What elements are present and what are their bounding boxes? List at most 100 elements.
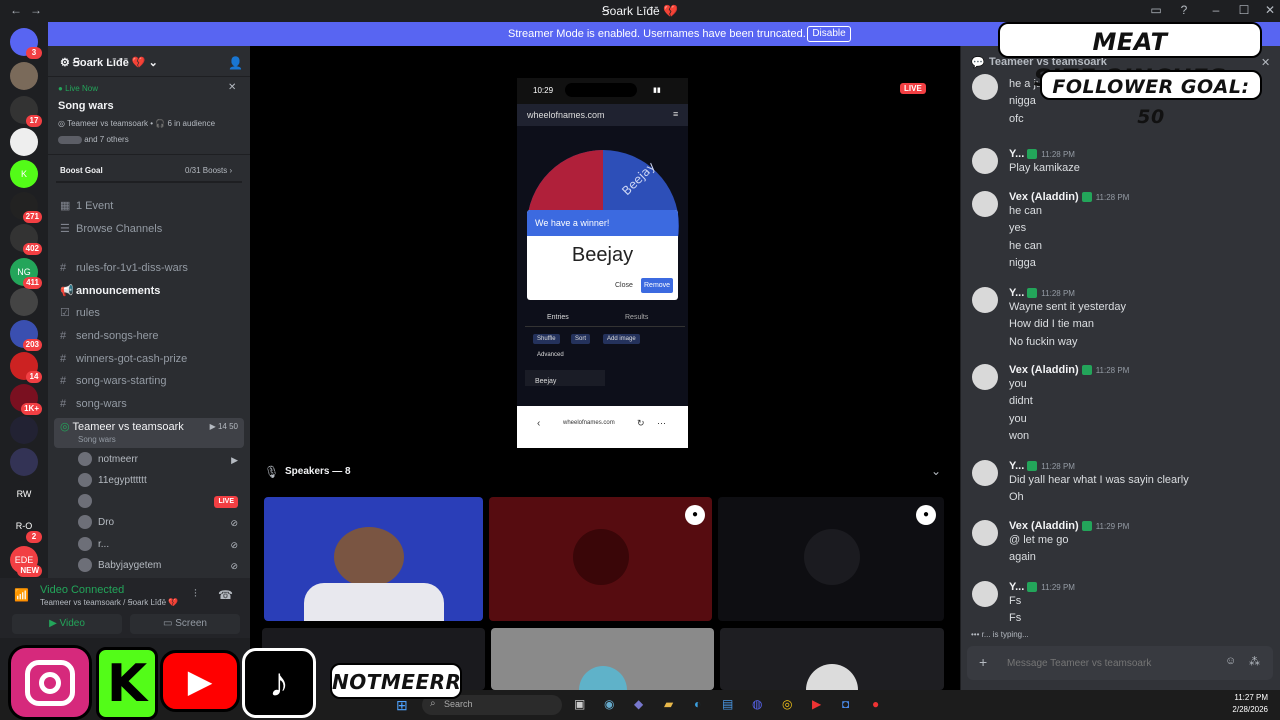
youtube-icon[interactable]: ▶ bbox=[812, 697, 821, 711]
signal-icon[interactable]: 📶 bbox=[14, 588, 29, 602]
server-icon-6[interactable]: 402 bbox=[10, 224, 42, 255]
channel-send-songs-here[interactable]: # send-songs-here bbox=[60, 326, 244, 346]
disable-streamer-button[interactable]: Disable bbox=[807, 26, 851, 42]
chat-message[interactable]: Vex (Aladdin) 11:28 PM you didnt you won bbox=[972, 364, 1272, 442]
server-icon-14[interactable]: RW bbox=[10, 480, 38, 508]
disconnect-icon[interactable]: ☎ bbox=[218, 588, 233, 602]
message-author[interactable]: Y... 11:28 PM bbox=[1009, 287, 1075, 299]
voice-user[interactable]: notmeerr ▶ bbox=[78, 450, 244, 470]
close-window-icon[interactable]: ✕ bbox=[1262, 3, 1278, 19]
live-channel-info[interactable]: ◎ Teameer vs teamsoark • 🎧 6 in audience bbox=[58, 119, 215, 128]
add-member-icon[interactable]: 👤 bbox=[228, 56, 243, 70]
avatar[interactable] bbox=[972, 191, 998, 217]
chrome-icon[interactable]: ◎ bbox=[782, 697, 792, 711]
windows-start-icon[interactable]: ⊞ bbox=[396, 697, 408, 714]
boost-goal-label[interactable]: Boost Goal bbox=[60, 166, 103, 175]
screen-share-stream[interactable]: 10:29 ▮▮ wheelofnames.com ≡ Beejay We ha… bbox=[517, 78, 688, 448]
add-attachment-icon[interactable]: + bbox=[979, 654, 987, 670]
screen-share-button[interactable]: ▭ Screen bbox=[130, 614, 240, 634]
message-input[interactable] bbox=[1007, 654, 1207, 672]
message-author[interactable]: Y... 11:28 PM bbox=[1009, 148, 1075, 160]
server-icon-12[interactable] bbox=[10, 416, 38, 444]
chat-message[interactable]: Vex (Aladdin) 11:29 PM @ let me go again bbox=[972, 520, 1272, 563]
server-icon-9[interactable]: 203 bbox=[10, 320, 42, 351]
channel-winners-got-cash-prize[interactable]: # winners-got-cash-prize bbox=[60, 349, 244, 369]
voice-user[interactable]: Dro ⊘ bbox=[78, 513, 244, 533]
avatar[interactable] bbox=[972, 74, 998, 100]
speaker-tile[interactable]: ● bbox=[489, 497, 712, 621]
server-icon-4[interactable]: K bbox=[10, 160, 38, 188]
chevron-down-icon[interactable]: ⌄ bbox=[931, 464, 941, 478]
close-dialog-button[interactable]: Close bbox=[615, 282, 633, 289]
voice-user[interactable]: r... ⊘ bbox=[78, 535, 244, 555]
file-explorer-icon[interactable]: ▰ bbox=[664, 697, 673, 711]
speaker-tile[interactable] bbox=[720, 628, 944, 690]
server-icon-16[interactable]: EDE NEW bbox=[10, 546, 42, 577]
avatar[interactable] bbox=[972, 148, 998, 174]
chat-message[interactable]: Y... 11:28 PM Play kamikaze bbox=[972, 148, 1272, 174]
advanced-toggle[interactable]: Advanced bbox=[537, 352, 564, 358]
server-icon-0[interactable]: 3 bbox=[10, 28, 42, 59]
voice-user[interactable]: LIVE bbox=[78, 492, 244, 512]
channel-rules[interactable]: ☑ rules bbox=[60, 303, 244, 323]
add-image-button[interactable]: Add image bbox=[603, 334, 640, 344]
chat-message[interactable]: Y... 11:29 PM Fs Fs bbox=[972, 581, 1272, 624]
noise-suppression-icon[interactable]: ⫶ bbox=[194, 588, 197, 601]
message-author[interactable]: Vex (Aladdin) 11:28 PM bbox=[1009, 364, 1129, 376]
server-icon-7[interactable]: NG 411 bbox=[10, 258, 42, 289]
speaker-tile-video[interactable] bbox=[264, 497, 483, 621]
minimize-icon[interactable]: – bbox=[1208, 3, 1224, 19]
channel-rules-for-1v1-diss-wars[interactable]: # rules-for-1v1-diss-wars bbox=[60, 258, 244, 278]
close-icon[interactable]: ✕ bbox=[1261, 56, 1270, 69]
voice-user[interactable]: 11egyptttttt bbox=[78, 471, 244, 491]
speaker-tile[interactable] bbox=[491, 628, 714, 690]
help-icon[interactable]: ? bbox=[1176, 3, 1192, 19]
server-icon-3[interactable] bbox=[10, 128, 38, 156]
server-icon-10[interactable]: 14 bbox=[10, 352, 42, 383]
obs-icon[interactable]: ● bbox=[872, 697, 879, 711]
server-icon-13[interactable] bbox=[10, 448, 38, 476]
chat-message[interactable]: Y... 11:28 PM Did yall hear what I was say… bbox=[972, 460, 1272, 503]
video-button[interactable]: ▶ Video bbox=[12, 614, 122, 634]
boost-goal-value[interactable]: 0/31 Boosts › bbox=[185, 166, 232, 175]
remove-button[interactable]: Remove bbox=[641, 278, 674, 293]
results-tab[interactable]: Results bbox=[625, 314, 648, 321]
server-name-header[interactable]: ⚙ Ꞩoark Ŀīđē 💔 ⌄ bbox=[60, 56, 158, 69]
chat-message[interactable]: Y... 11:28 PM Wayne sent it yesterday How d… bbox=[972, 287, 1272, 348]
message-author[interactable]: Y... 11:28 PM bbox=[1009, 460, 1075, 472]
speaker-tile[interactable]: ● bbox=[718, 497, 944, 621]
message-author[interactable]: Y... 11:29 PM bbox=[1009, 581, 1075, 593]
server-icon-11[interactable]: 1K+ bbox=[10, 384, 42, 415]
events-link[interactable]: ▦ 1 Event bbox=[60, 196, 244, 216]
sort-button[interactable]: Sort bbox=[571, 334, 591, 344]
server-icon-15[interactable]: R-O 2 bbox=[10, 512, 42, 543]
avatar[interactable] bbox=[972, 364, 998, 390]
server-icon-1[interactable] bbox=[10, 62, 38, 90]
channel-song-wars-starting[interactable]: # song-wars-starting bbox=[60, 371, 244, 391]
maximize-icon[interactable]: ☐ bbox=[1236, 3, 1252, 19]
discord-taskbar-icon[interactable]: ◍ bbox=[752, 697, 762, 711]
avatar[interactable] bbox=[972, 581, 998, 607]
channel-announcements[interactable]: 📢 announcements bbox=[60, 281, 244, 301]
clock-time[interactable]: 11:27 PM bbox=[1222, 693, 1268, 702]
clock-date[interactable]: 2/28/2026 bbox=[1218, 705, 1268, 714]
inbox-icon[interactable]: ▭ bbox=[1148, 3, 1164, 19]
avatar[interactable] bbox=[972, 460, 998, 486]
server-icon-5[interactable]: 271 bbox=[10, 192, 42, 223]
stage-channel[interactable]: ◎ Teameer vs teamsoark ▶ 14 50 Song wars bbox=[54, 418, 244, 448]
voice-channel[interactable]: Teameer vs teamsoark / Ꞩoark Ŀīđē 💔 bbox=[40, 598, 178, 607]
task-view-icon[interactable]: ▣ bbox=[574, 697, 585, 711]
message-author[interactable]: Vex (Aladdin) 11:29 PM bbox=[1009, 520, 1129, 532]
message-author[interactable]: Vex (Aladdin) 11:28 PM bbox=[1009, 191, 1129, 203]
close-icon[interactable]: ✕ bbox=[228, 82, 236, 93]
edge-icon[interactable]: ◐ bbox=[694, 697, 701, 711]
avatar[interactable] bbox=[972, 287, 998, 313]
server-icon-2[interactable]: 17 bbox=[10, 96, 42, 127]
teams-icon[interactable]: ◆ bbox=[634, 697, 643, 711]
server-icon-8[interactable] bbox=[10, 288, 38, 316]
avatar[interactable] bbox=[972, 520, 998, 546]
apps-icon[interactable]: ⁂ bbox=[1249, 655, 1260, 668]
app-icon[interactable]: ◘ bbox=[842, 697, 849, 711]
chat-message[interactable]: Vex (Aladdin) 11:28 PM he can yes he can nigg… bbox=[972, 191, 1272, 269]
shuffle-button[interactable]: Shuffle bbox=[533, 334, 560, 344]
